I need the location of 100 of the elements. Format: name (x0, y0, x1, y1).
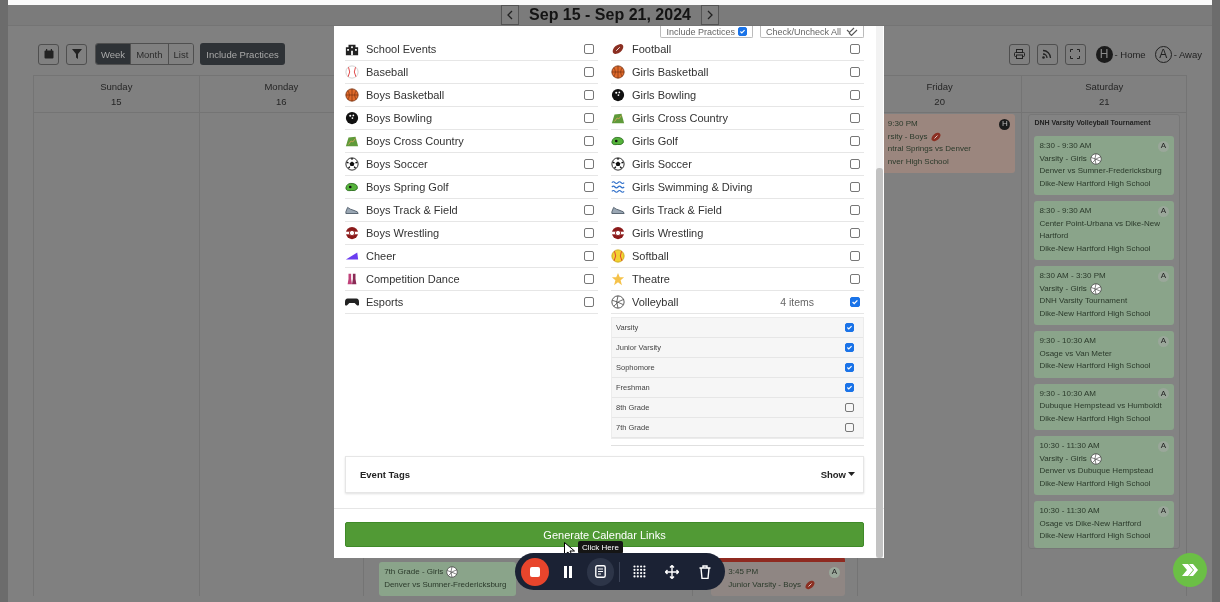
event-time: 8:30 - 9:30 AM (1039, 140, 1092, 152)
away-badge: A (1158, 205, 1169, 217)
checkbox[interactable] (850, 44, 860, 54)
wrestling-icon (611, 226, 625, 240)
day-date: 21 (1098, 96, 1110, 107)
checkbox[interactable] (584, 113, 594, 123)
event-team: Junior Varsity - Boys (728, 578, 802, 591)
checkbox[interactable] (584, 228, 594, 238)
away-badge: A (1158, 335, 1169, 347)
event-location: Dike-New Hartford High School (1039, 242, 1152, 255)
sport-label: Boys Wrestling (366, 227, 441, 239)
day-name: Sunday (100, 81, 133, 92)
check-uncheck-all-button[interactable]: Check/Uncheck All (759, 26, 864, 38)
day-date: 15 (111, 96, 122, 107)
event-location: Dike-New Hartford High School (1039, 177, 1152, 190)
event-time: 10:30 - 11:30 AM (1039, 440, 1100, 452)
checkbox[interactable] (850, 274, 860, 284)
include-practices-toggle[interactable]: Include Practices (660, 26, 753, 38)
event-matchup: Denver vs Sumner-Fredericksburg (1039, 165, 1163, 177)
sport-label: Football (632, 43, 673, 55)
checkbox[interactable] (845, 363, 854, 372)
chevron-left-icon (506, 10, 515, 20)
checkbox[interactable] (850, 159, 860, 169)
sport-label: Girls Basketball (632, 66, 710, 78)
print-icon[interactable] (1008, 43, 1030, 65)
double-chevron-icon (1181, 563, 1199, 577)
waves-icon (611, 180, 625, 194)
event-location: Dike-New Hartford High School (1039, 307, 1152, 320)
sport-label: Girls Swimming & Diving (632, 181, 754, 193)
sport-label: Competition Dance (366, 273, 461, 285)
checkbox[interactable] (850, 67, 860, 77)
legend-label: - Home (1114, 48, 1146, 60)
checkbox[interactable] (845, 403, 854, 412)
checkbox[interactable] (845, 323, 854, 332)
checkbox[interactable] (584, 274, 594, 284)
caret-icon (848, 472, 855, 477)
checkbox[interactable] (850, 228, 860, 238)
sport-label: Cheer (366, 250, 397, 262)
checkbox[interactable] (850, 297, 860, 307)
checkbox[interactable] (850, 182, 860, 192)
sport-label: Girls Golf (632, 135, 679, 147)
event-tags-label: Event Tags (360, 469, 410, 480)
view-tab[interactable]: List (167, 44, 194, 64)
baseball-icon (345, 65, 359, 79)
fullscreen-icon[interactable] (1064, 43, 1086, 65)
sport-label: Esports (366, 296, 405, 308)
event-time: 10:30 - 11:30 AM (1039, 505, 1100, 517)
checkbox[interactable] (584, 251, 594, 261)
checkbox[interactable] (850, 205, 860, 215)
item-count: 4 items (780, 296, 814, 308)
away-badge: A (1158, 440, 1169, 452)
stop-button[interactable] (521, 557, 549, 586)
school-building-icon (345, 42, 359, 56)
checkbox[interactable] (737, 27, 747, 36)
checkbox[interactable] (584, 44, 594, 54)
sport-label: Girls Cross Country (632, 112, 729, 124)
basketball-icon (611, 65, 625, 79)
previous-week-button[interactable] (501, 5, 520, 25)
checkbox[interactable] (584, 297, 594, 307)
event-team: rsity - Boys (887, 130, 928, 143)
sport-label: Baseball (366, 66, 410, 78)
event-matchup: Denver vs Dubuque Hempstead (1039, 465, 1155, 477)
star-icon (611, 272, 625, 286)
view-tab[interactable]: Week (96, 44, 131, 64)
day-date: 16 (276, 96, 287, 107)
calendar-button[interactable] (38, 43, 59, 65)
home-badge: H (999, 118, 1011, 130)
sport-label: Boys Track & Field (366, 204, 459, 216)
checkbox[interactable] (584, 182, 594, 192)
show-toggle[interactable]: Show (820, 469, 855, 480)
event-team: Varsity - Girls (1039, 282, 1087, 295)
checkbox[interactable] (845, 423, 854, 432)
chevron-right-icon (705, 10, 714, 20)
checkbox[interactable] (850, 136, 860, 146)
sport-label: Girls Bowling (632, 89, 698, 101)
checkbox[interactable] (850, 113, 860, 123)
checkbox[interactable] (850, 251, 860, 261)
checkbox[interactable] (845, 343, 854, 352)
volleyball-icon (1089, 152, 1102, 165)
golf-course-icon (611, 134, 625, 148)
event-location: Dike-New Hartford High School (1039, 530, 1152, 542)
checkbox[interactable] (584, 67, 594, 77)
event-team: Varsity - Girls (1039, 452, 1087, 465)
filter-button[interactable] (66, 43, 87, 65)
football-icon (930, 130, 943, 143)
sport-label: Theatre (632, 273, 671, 285)
checkbox[interactable] (845, 383, 854, 392)
checkbox[interactable] (584, 205, 594, 215)
include-practices-button[interactable]: Include Practices (200, 43, 285, 65)
next-week-button[interactable] (700, 5, 719, 25)
filter-icon (71, 49, 82, 59)
wrestling-icon (345, 226, 359, 240)
checkbox[interactable] (584, 90, 594, 100)
document-icon[interactable] (586, 557, 615, 586)
checkbox[interactable] (584, 159, 594, 169)
checkbox[interactable] (850, 90, 860, 100)
rss-feed-icon[interactable] (1036, 43, 1058, 65)
away-badge: A (828, 566, 840, 578)
checkbox[interactable] (584, 136, 594, 146)
volleyball-icon (1089, 282, 1102, 295)
